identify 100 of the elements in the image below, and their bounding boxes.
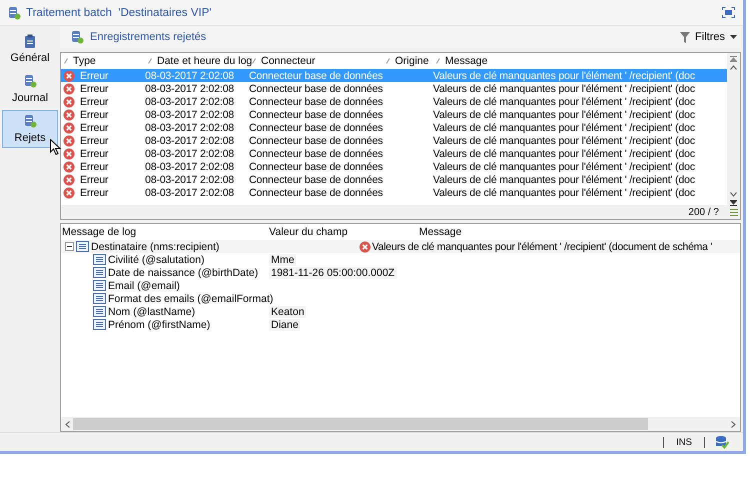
column-header[interactable]: Message de log (61, 226, 269, 238)
table-cell: Erreur (80, 108, 108, 120)
database-icon (23, 74, 37, 89)
table-cell: Erreur (80, 134, 108, 146)
table-cell: Valeurs de clé manquantes pour l'élément ' /recipient' (doc (433, 186, 695, 198)
error-icon (63, 70, 75, 82)
column-header[interactable]: Valeur du champ (269, 226, 359, 238)
table-cell: Erreur (80, 70, 108, 82)
error-icon (63, 160, 75, 172)
field-value: Diane (269, 318, 300, 330)
error-icon (63, 108, 75, 120)
field-value: Mme (269, 254, 296, 266)
scroll-left-icon (65, 420, 70, 428)
column-header[interactable]: Message (359, 226, 462, 238)
table-cell: Connecteur base de données (249, 122, 383, 134)
tree-item[interactable]: Destinataire (nms:recipient) (91, 240, 220, 252)
window-title: Traitement batch 'Destinataires VIP' (26, 6, 212, 18)
caret-icon (730, 35, 737, 39)
list-icon (93, 319, 106, 330)
fullscreen-icon (722, 7, 735, 18)
horizontal-scrollbar[interactable] (61, 417, 740, 431)
table-cell: Connecteur base de données (249, 160, 383, 172)
table-row[interactable]: Erreur 08-03-2017 2:02:08 Connecteur base de données Valeurs de clé manquantes pour l'élément ' /recipient' (doc (61, 173, 727, 186)
table-cell: Valeurs de clé manquantes pour l'élément ' /recipient' (doc (433, 122, 695, 134)
tree-item[interactable]: Nom (@lastName) (108, 306, 196, 318)
table-cell: 08-03-2017 2:02:08 (145, 148, 234, 160)
table-row[interactable]: Erreur 08-03-2017 2:02:08 Connecteur base de données Valeurs de clé manquantes pour l'élément ' /recipient' (doc (61, 82, 727, 95)
database-check-icon (715, 435, 729, 449)
filter-button[interactable]: Filtres (680, 31, 737, 43)
table-cell: 08-03-2017 2:02:08 (145, 160, 234, 172)
table-cell: Connecteur base de données (249, 186, 383, 198)
table-row[interactable]: Erreur 08-03-2017 2:02:08 Connecteur base de données Valeurs de clé manquantes pour l'élément ' /recipient' (doc (61, 95, 727, 108)
column-header[interactable]: Date et heure du log (145, 55, 249, 67)
table-cell: Connecteur base de données (249, 174, 383, 186)
fullscreen-button[interactable] (720, 5, 737, 20)
error-icon (63, 174, 75, 186)
vertical-scrollbar[interactable] (727, 53, 740, 219)
table-cell: Valeurs de clé manquantes pour l'élément ' /recipient' (doc (433, 134, 695, 146)
table-row[interactable]: Erreur 08-03-2017 2:02:08 Connecteur base de données Valeurs de clé manquantes pour l'élément ' /recipient' (doc (61, 186, 727, 199)
table-cell: Valeurs de clé manquantes pour l'élément ' /recipient' (doc (433, 148, 695, 160)
table-row[interactable]: Erreur 08-03-2017 2:02:08 Connecteur base de données Valeurs de clé manquantes pour l'élément ' /recipient' (doc (61, 160, 727, 173)
table-cell: Connecteur base de données (249, 108, 383, 120)
error-message: Valeurs de clé manquantes pour l'élément ' /recipient' (document de schéma ' (372, 240, 712, 252)
filter-icon (680, 32, 690, 42)
table-cell: 08-03-2017 2:02:08 (145, 186, 234, 198)
table-cell: 08-03-2017 2:02:08 (145, 134, 234, 146)
table-cell: 08-03-2017 2:02:08 (145, 70, 234, 82)
table-cell: 08-03-2017 2:02:08 (145, 82, 234, 94)
column-header[interactable]: Origine (383, 55, 433, 67)
record-count: 200 / ? (688, 206, 719, 218)
table-cell: Erreur (80, 160, 108, 172)
error-icon (63, 82, 75, 94)
table-cell: Connecteur base de données (249, 70, 383, 82)
tree-item[interactable]: Format des emails (@emailFormat) (108, 292, 274, 304)
table-cell: 08-03-2017 2:02:08 (145, 174, 234, 186)
table-cell: Valeurs de clé manquantes pour l'élément ' /recipient' (doc (433, 174, 695, 186)
scroll-down-icon (730, 192, 737, 197)
database-icon (7, 6, 21, 20)
table-cell: Connecteur base de données (249, 82, 383, 94)
column-header[interactable]: Message (433, 55, 727, 67)
tree-item[interactable]: Email (@email) (108, 280, 180, 292)
list-icon (93, 267, 106, 278)
table-cell: 08-03-2017 2:02:08 (145, 108, 234, 120)
table-row[interactable]: Erreur 08-03-2017 2:02:08 Connecteur base de données Valeurs de clé manquantes pour l'élément ' /recipient' (doc (61, 134, 727, 147)
table-row[interactable]: Erreur 08-03-2017 2:02:08 Connecteur base de données Valeurs de clé manquantes pour l'élément ' /recipient' (doc (61, 108, 727, 121)
section-title: Enregistrements rejetés (90, 31, 208, 43)
table-cell: 08-03-2017 2:02:08 (145, 96, 234, 108)
list-icon (93, 306, 106, 317)
menu-icon (730, 209, 738, 216)
database-icon (70, 30, 84, 44)
sort-icon (252, 58, 256, 64)
sort-icon (148, 58, 152, 64)
table-cell: Connecteur base de données (249, 134, 383, 146)
table-cell: Erreur (80, 96, 108, 108)
error-icon (63, 134, 75, 146)
insert-mode-indicator: INS (663, 436, 705, 448)
tree-item[interactable]: Date de naissance (@birthDate) (108, 266, 258, 278)
table-cell: Erreur (80, 174, 108, 186)
list-icon (93, 280, 106, 291)
table-row[interactable]: Erreur 08-03-2017 2:02:08 Connecteur base de données Valeurs de clé manquantes pour l'élément ' /recipient' (doc (61, 147, 727, 160)
table-cell: Connecteur base de données (249, 96, 383, 108)
list-icon (93, 293, 106, 304)
tree-item[interactable]: Prénom (@firstName) (108, 318, 210, 330)
table-cell: Valeurs de clé manquantes pour l'élément ' /recipient' (doc (433, 70, 695, 82)
error-icon (63, 96, 75, 108)
sidebar-item[interactable]: Journal (2, 70, 58, 108)
scroll-top-icon (730, 56, 737, 62)
database-icon (23, 114, 37, 129)
sidebar-item[interactable]: Général (2, 30, 58, 68)
table-cell: Valeurs de clé manquantes pour l'élément ' /recipient' (doc (433, 82, 695, 94)
scroll-right-icon (731, 420, 736, 428)
tree-item[interactable]: Civilité (@salutation) (108, 254, 204, 266)
sort-icon (386, 58, 390, 64)
table-row[interactable]: Erreur 08-03-2017 2:02:08 Connecteur base de données Valeurs de clé manquantes pour l'élément ' /recipient' (doc (61, 121, 727, 134)
field-value: 1981-11-26 05:00:00.000Z (269, 266, 397, 278)
error-icon (63, 122, 75, 134)
clipboard-icon (23, 34, 37, 49)
table-cell: 08-03-2017 2:02:08 (145, 122, 234, 134)
table-cell: Erreur (80, 186, 108, 198)
column-header[interactable]: Type (61, 55, 145, 67)
